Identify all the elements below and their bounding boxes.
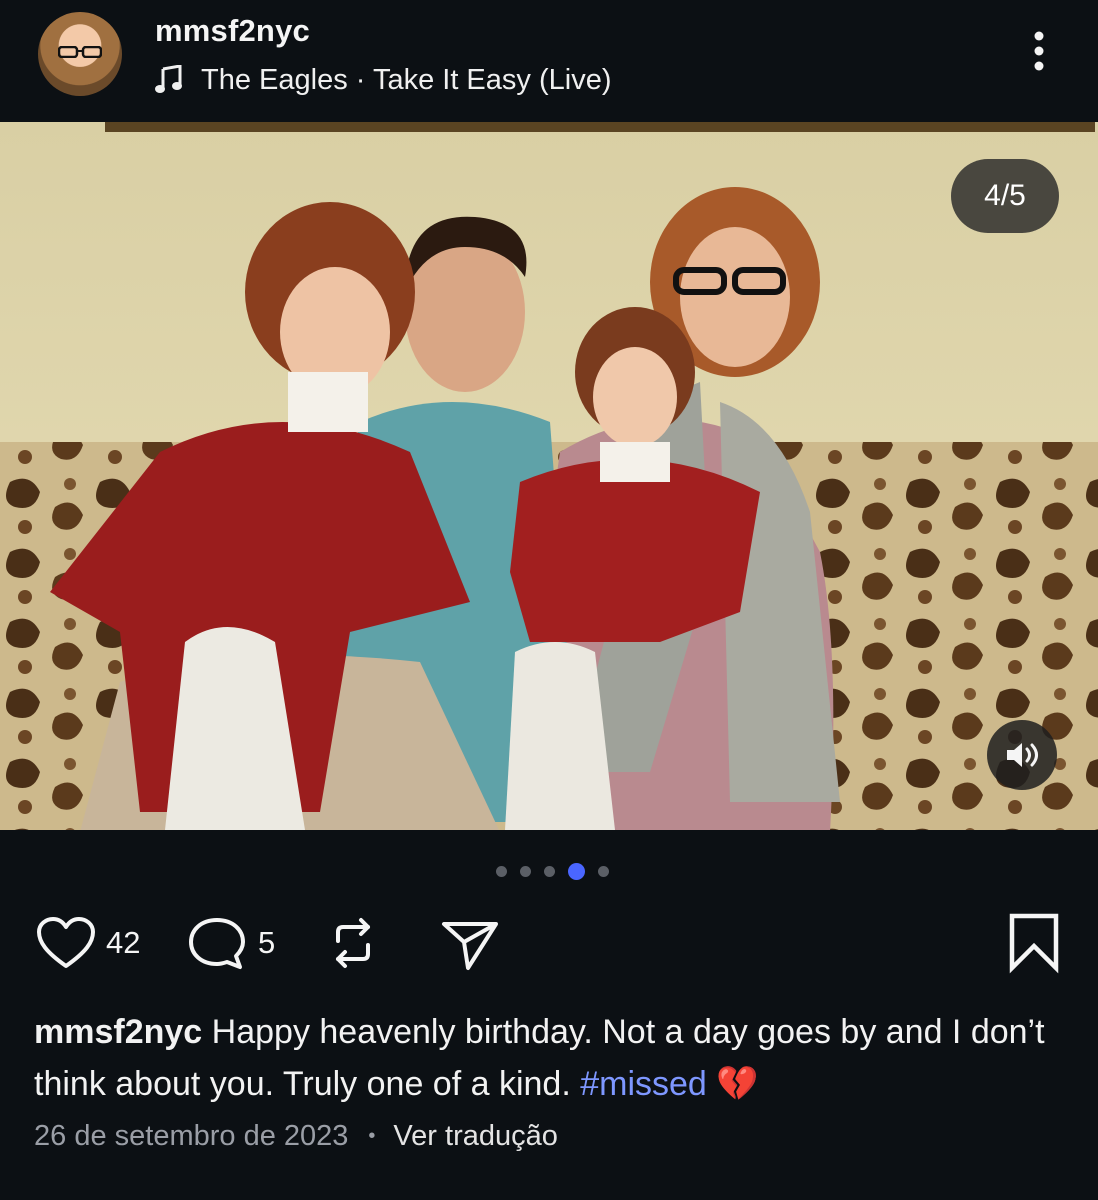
repost-icon — [336, 918, 370, 968]
comment-count: 5 — [258, 925, 276, 960]
comment-icon — [189, 918, 245, 969]
like-button[interactable]: 42 — [36, 908, 140, 978]
slide-counter: 4/5 — [951, 159, 1059, 233]
repost-button[interactable] — [328, 908, 378, 978]
post-header: mmsf2nyc The Eagles · Take It Easy (Live… — [0, 0, 1098, 122]
more-vertical-icon[interactable] — [1026, 28, 1052, 74]
post-meta: 26 de setembro de 2023 • Ver tradução — [34, 1120, 558, 1153]
bookmark-icon — [1009, 913, 1059, 974]
meta-separator: • — [368, 1125, 376, 1147]
sound-toggle-button[interactable] — [987, 720, 1057, 790]
username[interactable]: mmsf2nyc — [155, 13, 310, 49]
broken-heart-emoji: 💔 — [716, 1065, 759, 1103]
heart-icon — [37, 917, 95, 968]
action-bar: 42 5 — [0, 908, 1098, 988]
post-date: 26 de setembro de 2023 — [34, 1120, 349, 1152]
carousel-dot[interactable] — [496, 865, 507, 877]
family-photo — [0, 122, 1098, 830]
share-button[interactable] — [440, 908, 500, 978]
save-button[interactable] — [1008, 908, 1060, 978]
hashtag-link[interactable]: #missed — [580, 1065, 707, 1103]
translate-link[interactable]: Ver tradução — [393, 1120, 557, 1153]
carousel-dot-active[interactable] — [568, 862, 585, 880]
music-note-icon — [155, 65, 182, 93]
carousel-indicator — [496, 862, 622, 880]
avatar[interactable] — [38, 12, 122, 96]
comment-button[interactable]: 5 — [186, 908, 275, 978]
glasses-icon — [58, 46, 102, 58]
song-title: The Eagles · Take It Easy (Live) — [201, 63, 612, 96]
caption-username[interactable]: mmsf2nyc — [34, 1013, 202, 1051]
carousel-dot[interactable] — [520, 865, 531, 877]
speaker-icon — [1007, 743, 1038, 767]
carousel-dot[interactable] — [544, 865, 555, 877]
send-icon — [442, 922, 498, 970]
like-count: 42 — [106, 925, 141, 960]
post-caption: mmsf2nyc Happy heavenly birthday. Not a … — [34, 1006, 1064, 1110]
carousel-dot[interactable] — [598, 865, 609, 877]
post-photo[interactable] — [0, 122, 1098, 830]
music-info[interactable]: The Eagles · Take It Easy (Live) — [155, 62, 611, 98]
